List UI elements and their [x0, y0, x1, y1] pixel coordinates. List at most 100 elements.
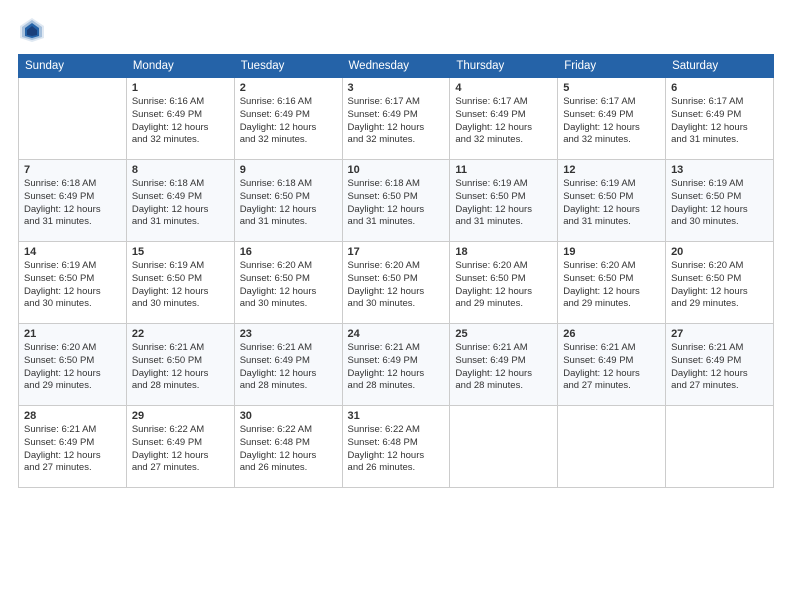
day-number: 23 — [240, 328, 337, 340]
calendar-header-friday: Friday — [558, 55, 666, 78]
page: SundayMondayTuesdayWednesdayThursdayFrid… — [0, 0, 792, 612]
day-info: Sunrise: 6:17 AMSunset: 6:49 PMDaylight:… — [348, 96, 445, 147]
day-number: 17 — [348, 246, 445, 258]
calendar-header-saturday: Saturday — [666, 55, 774, 78]
calendar-cell: 22 Sunrise: 6:21 AMSunset: 6:50 PMDayligh… — [126, 324, 234, 406]
week-row-3: 14 Sunrise: 6:19 AMSunset: 6:50 PMDayligh… — [19, 242, 774, 324]
day-info: Sunrise: 6:20 AMSunset: 6:50 PMDaylight:… — [455, 260, 552, 311]
day-number: 11 — [455, 164, 552, 176]
day-info: Sunrise: 6:19 AMSunset: 6:50 PMDaylight:… — [132, 260, 229, 311]
calendar-cell: 25 Sunrise: 6:21 AMSunset: 6:49 PMDayligh… — [450, 324, 558, 406]
calendar-cell — [558, 406, 666, 488]
day-number: 12 — [563, 164, 660, 176]
day-number: 30 — [240, 410, 337, 422]
calendar-cell: 18Sunrise: 6:20 AMSunset: 6:50 PMDayligh… — [450, 242, 558, 324]
calendar-cell: 14Sunrise: 6:19 AMSunset: 6:50 PMDayligh… — [19, 242, 127, 324]
day-number: 25 — [455, 328, 552, 340]
day-number: 9 — [240, 164, 337, 176]
day-number: 28 — [24, 410, 121, 422]
day-number: 14 — [24, 246, 121, 258]
day-number: 4 — [455, 82, 552, 94]
calendar-cell: 4 Sunrise: 6:17 AMSunset: 6:49 PMDaylight… — [450, 78, 558, 160]
calendar-cell: 23 Sunrise: 6:21 AMSunset: 6:49 PMDayligh… — [234, 324, 342, 406]
day-number: 5 — [563, 82, 660, 94]
calendar-cell: 28 Sunrise: 6:21 AMSunset: 6:49 PMDayligh… — [19, 406, 127, 488]
calendar-cell: 7 Sunrise: 6:18 AMSunset: 6:49 PMDaylight… — [19, 160, 127, 242]
calendar-cell: 1Sunrise: 6:16 AMSunset: 6:49 PMDaylight… — [126, 78, 234, 160]
calendar-cell: 11 Sunrise: 6:19 AMSunset: 6:50 PMDayligh… — [450, 160, 558, 242]
calendar: SundayMondayTuesdayWednesdayThursdayFrid… — [18, 54, 774, 488]
calendar-cell: 30 Sunrise: 6:22 AMSunset: 6:48 PMDayligh… — [234, 406, 342, 488]
logo-icon — [18, 16, 46, 44]
calendar-cell: 20 Sunrise: 6:20 AMSunset: 6:50 PMDayligh… — [666, 242, 774, 324]
header — [18, 16, 774, 44]
day-info: Sunrise: 6:16 AMSunset: 6:49 PMDaylight:… — [132, 96, 229, 147]
calendar-header-monday: Monday — [126, 55, 234, 78]
calendar-header-row: SundayMondayTuesdayWednesdayThursdayFrid… — [19, 55, 774, 78]
calendar-cell: 19 Sunrise: 6:20 AMSunset: 6:50 PMDayligh… — [558, 242, 666, 324]
day-info: Sunrise: 6:20 AMSunset: 6:50 PMDaylight:… — [671, 260, 768, 311]
day-number: 26 — [563, 328, 660, 340]
calendar-cell: 31Sunrise: 6:22 AMSunset: 6:48 PMDayligh… — [342, 406, 450, 488]
day-info: Sunrise: 6:21 AMSunset: 6:50 PMDaylight:… — [132, 342, 229, 393]
day-info: Sunrise: 6:22 AMSunset: 6:49 PMDaylight:… — [132, 424, 229, 475]
calendar-cell: 9Sunrise: 6:18 AMSunset: 6:50 PMDaylight… — [234, 160, 342, 242]
day-info: Sunrise: 6:21 AMSunset: 6:49 PMDaylight:… — [24, 424, 121, 475]
day-info: Sunrise: 6:19 AMSunset: 6:50 PMDaylight:… — [671, 178, 768, 229]
calendar-cell: 21 Sunrise: 6:20 AMSunset: 6:50 PMDayligh… — [19, 324, 127, 406]
day-info: Sunrise: 6:20 AMSunset: 6:50 PMDaylight:… — [240, 260, 337, 311]
day-number: 2 — [240, 82, 337, 94]
calendar-cell: 12 Sunrise: 6:19 AMSunset: 6:50 PMDayligh… — [558, 160, 666, 242]
logo — [18, 16, 50, 44]
day-info: Sunrise: 6:18 AMSunset: 6:50 PMDaylight:… — [348, 178, 445, 229]
day-info: Sunrise: 6:21 AMSunset: 6:49 PMDaylight:… — [563, 342, 660, 393]
day-info: Sunrise: 6:21 AMSunset: 6:49 PMDaylight:… — [671, 342, 768, 393]
calendar-cell: 13 Sunrise: 6:19 AMSunset: 6:50 PMDayligh… — [666, 160, 774, 242]
day-info: Sunrise: 6:20 AMSunset: 6:50 PMDaylight:… — [563, 260, 660, 311]
calendar-header-thursday: Thursday — [450, 55, 558, 78]
day-info: Sunrise: 6:21 AMSunset: 6:49 PMDaylight:… — [240, 342, 337, 393]
day-number: 22 — [132, 328, 229, 340]
calendar-cell: 15Sunrise: 6:19 AMSunset: 6:50 PMDayligh… — [126, 242, 234, 324]
day-info: Sunrise: 6:20 AMSunset: 6:50 PMDaylight:… — [24, 342, 121, 393]
day-number: 21 — [24, 328, 121, 340]
day-number: 3 — [348, 82, 445, 94]
day-info: Sunrise: 6:22 AMSunset: 6:48 PMDaylight:… — [240, 424, 337, 475]
calendar-cell: 29 Sunrise: 6:22 AMSunset: 6:49 PMDayligh… — [126, 406, 234, 488]
day-number: 13 — [671, 164, 768, 176]
calendar-cell: 2Sunrise: 6:16 AMSunset: 6:49 PMDaylight… — [234, 78, 342, 160]
calendar-header-tuesday: Tuesday — [234, 55, 342, 78]
day-info: Sunrise: 6:19 AMSunset: 6:50 PMDaylight:… — [563, 178, 660, 229]
day-info: Sunrise: 6:18 AMSunset: 6:49 PMDaylight:… — [24, 178, 121, 229]
day-number: 16 — [240, 246, 337, 258]
day-number: 7 — [24, 164, 121, 176]
day-info: Sunrise: 6:17 AMSunset: 6:49 PMDaylight:… — [563, 96, 660, 147]
day-number: 31 — [348, 410, 445, 422]
week-row-4: 21 Sunrise: 6:20 AMSunset: 6:50 PMDayligh… — [19, 324, 774, 406]
day-number: 20 — [671, 246, 768, 258]
day-info: Sunrise: 6:19 AMSunset: 6:50 PMDaylight:… — [455, 178, 552, 229]
day-number: 24 — [348, 328, 445, 340]
day-number: 27 — [671, 328, 768, 340]
day-info: Sunrise: 6:21 AMSunset: 6:49 PMDaylight:… — [348, 342, 445, 393]
day-info: Sunrise: 6:21 AMSunset: 6:49 PMDaylight:… — [455, 342, 552, 393]
day-number: 19 — [563, 246, 660, 258]
calendar-cell: 24 Sunrise: 6:21 AMSunset: 6:49 PMDayligh… — [342, 324, 450, 406]
day-info: Sunrise: 6:17 AMSunset: 6:49 PMDaylight:… — [455, 96, 552, 147]
calendar-cell: 10 Sunrise: 6:18 AMSunset: 6:50 PMDayligh… — [342, 160, 450, 242]
day-number: 8 — [132, 164, 229, 176]
calendar-cell — [450, 406, 558, 488]
calendar-cell: 27 Sunrise: 6:21 AMSunset: 6:49 PMDayligh… — [666, 324, 774, 406]
week-row-5: 28 Sunrise: 6:21 AMSunset: 6:49 PMDayligh… — [19, 406, 774, 488]
day-number: 10 — [348, 164, 445, 176]
calendar-header-sunday: Sunday — [19, 55, 127, 78]
day-number: 6 — [671, 82, 768, 94]
day-info: Sunrise: 6:20 AMSunset: 6:50 PMDaylight:… — [348, 260, 445, 311]
day-info: Sunrise: 6:18 AMSunset: 6:49 PMDaylight:… — [132, 178, 229, 229]
calendar-header-wednesday: Wednesday — [342, 55, 450, 78]
calendar-cell — [666, 406, 774, 488]
calendar-cell: 6Sunrise: 6:17 AMSunset: 6:49 PMDaylight… — [666, 78, 774, 160]
calendar-cell — [19, 78, 127, 160]
day-number: 29 — [132, 410, 229, 422]
calendar-cell: 5 Sunrise: 6:17 AMSunset: 6:49 PMDaylight… — [558, 78, 666, 160]
